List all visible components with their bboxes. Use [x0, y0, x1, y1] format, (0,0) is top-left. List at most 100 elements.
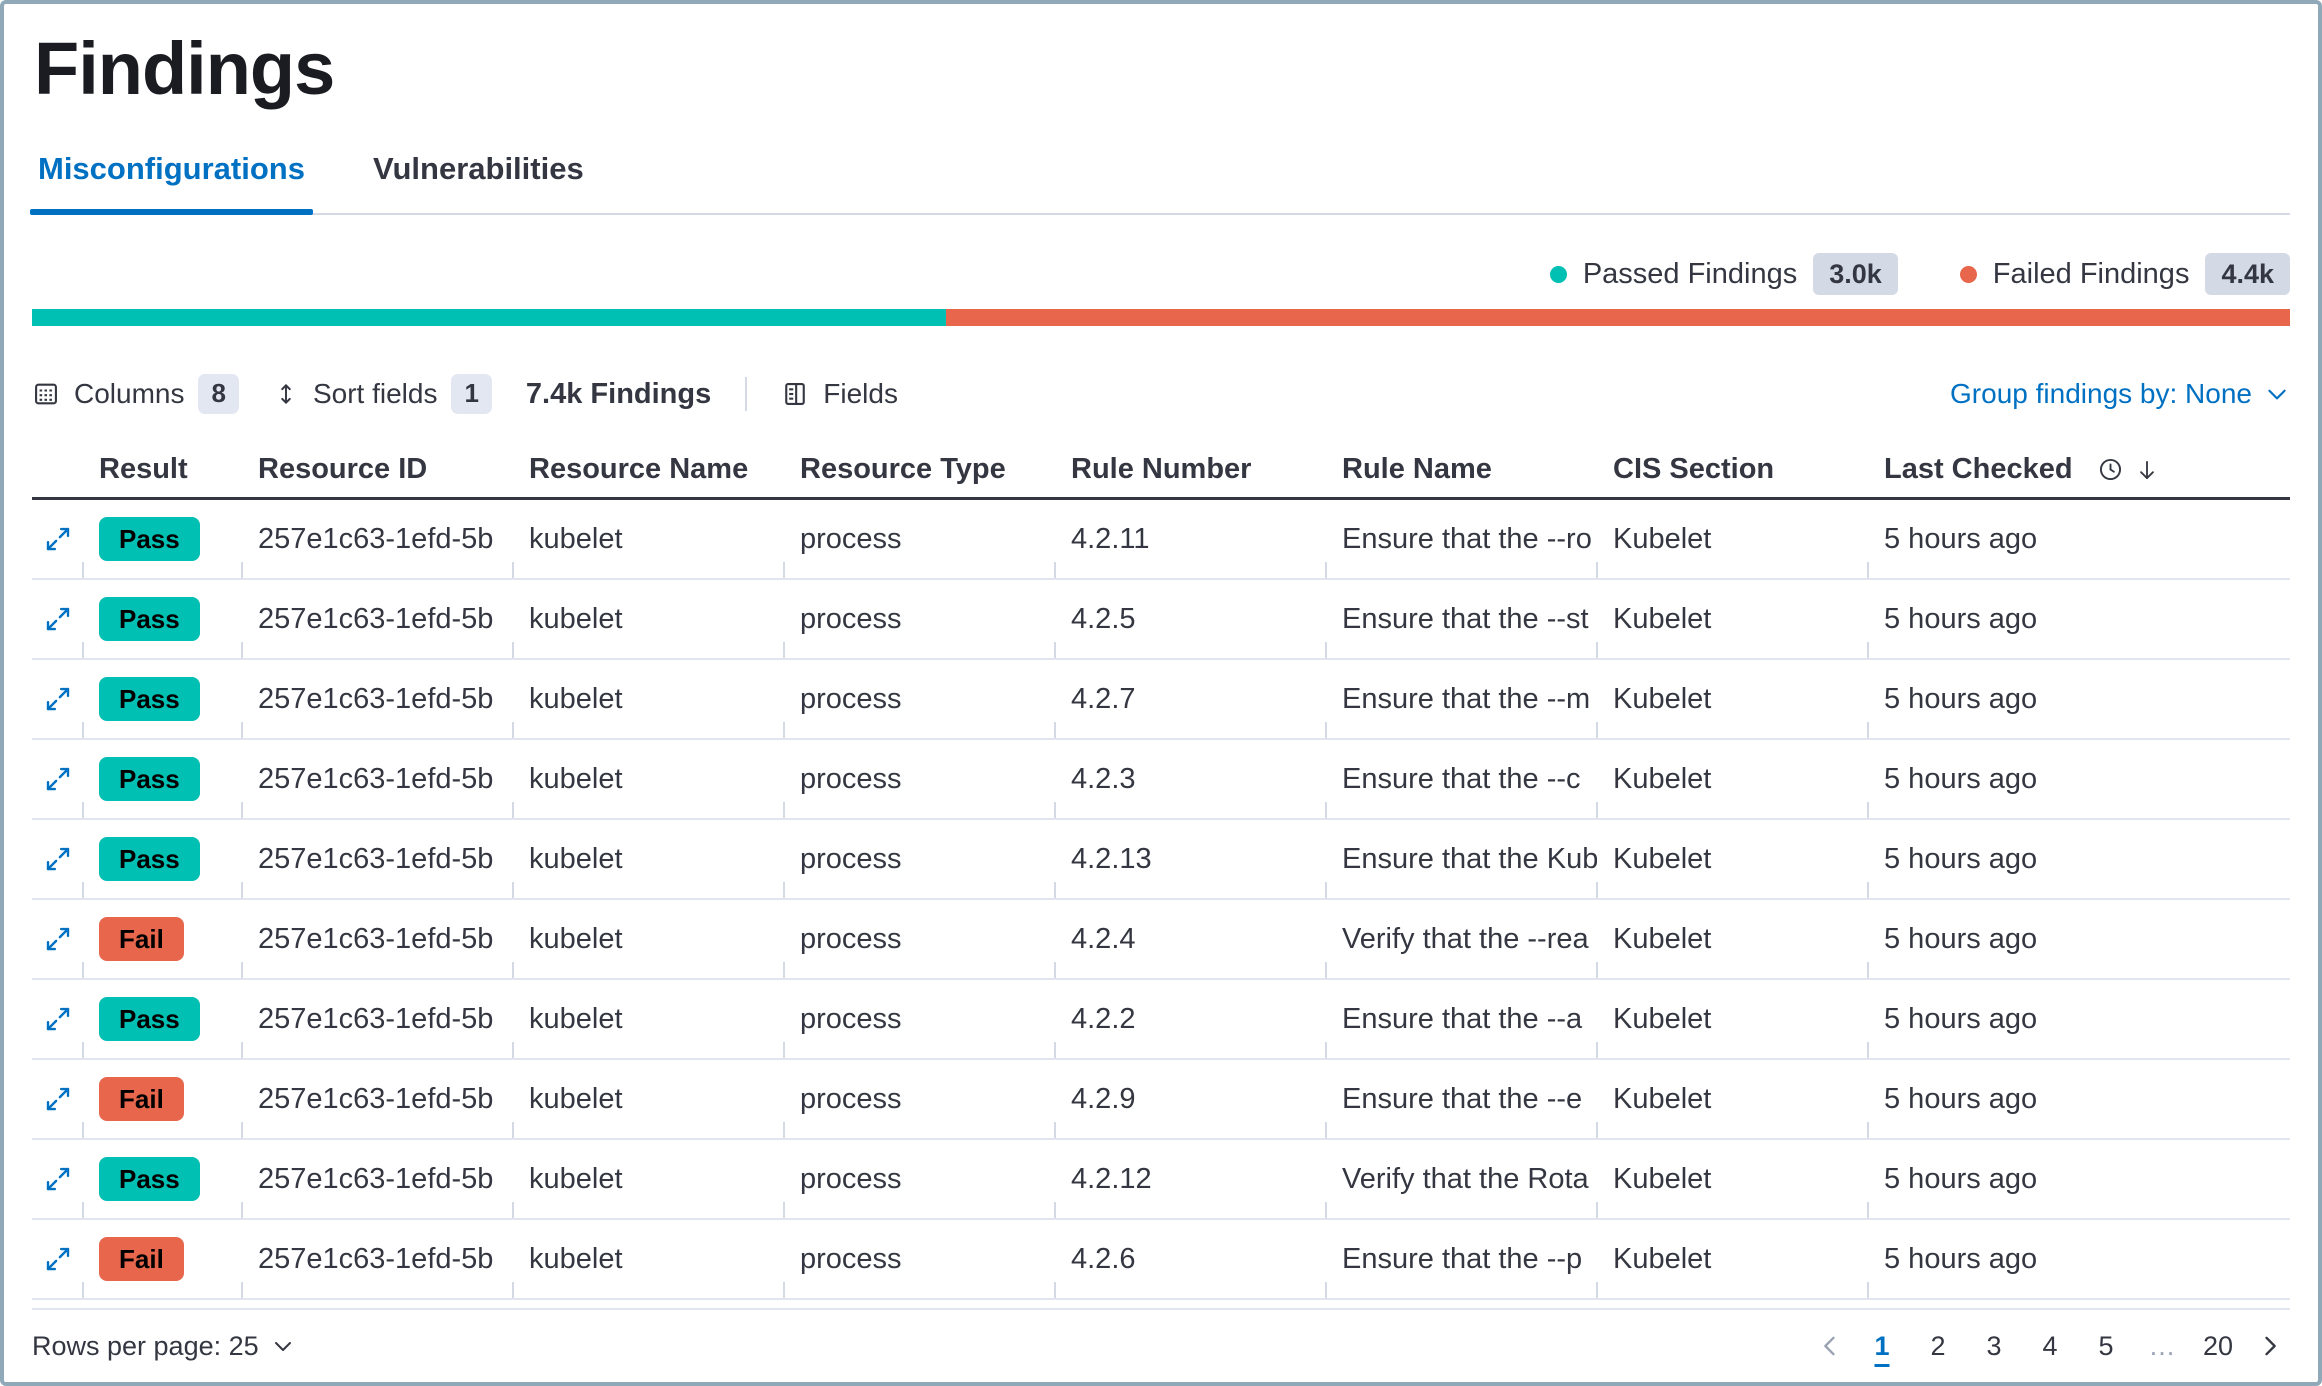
failed-findings-count-badge: 4.4k — [2205, 253, 2290, 295]
rule-number-cell: 4.2.4 — [1055, 900, 1326, 978]
resource-id-cell: 257e1c63-1efd-5b — [242, 980, 513, 1058]
resource-type-cell: process — [784, 500, 1055, 578]
result-badge: Pass — [99, 757, 200, 802]
findings-count-label: 7.4k Findings — [526, 378, 711, 411]
resource-id-cell: 257e1c63-1efd-5b — [242, 820, 513, 898]
expand-row-button[interactable] — [43, 764, 73, 794]
rule-number-cell: 4.2.3 — [1055, 740, 1326, 818]
pagination-page-4[interactable]: 4 — [2026, 1322, 2074, 1370]
resource-id-cell: 257e1c63-1efd-5b — [242, 1140, 513, 1218]
result-badge: Pass — [99, 1157, 200, 1202]
last-checked-cell: 5 hours ago — [1868, 580, 2290, 658]
rows-per-page-button[interactable]: Rows per page: 25 — [32, 1331, 295, 1362]
rows-per-page-label: Rows per page: 25 — [32, 1331, 259, 1362]
previous-page-button[interactable] — [1810, 1332, 1850, 1360]
pagination-page-3[interactable]: 3 — [1970, 1322, 2018, 1370]
result-badge: Pass — [99, 997, 200, 1042]
table-row: Pass 257e1c63-1efd-5b kubelet process 4.… — [32, 660, 2290, 740]
rule-number-cell: 4.2.13 — [1055, 820, 1326, 898]
resource-name-cell: kubelet — [513, 660, 784, 738]
resource-type-cell: process — [784, 580, 1055, 658]
expand-row-button[interactable] — [43, 1084, 73, 1114]
resource-type-cell: process — [784, 1140, 1055, 1218]
table-row: Pass 257e1c63-1efd-5b kubelet process 4.… — [32, 820, 2290, 900]
result-badge: Pass — [99, 837, 200, 882]
header-result[interactable]: Result — [83, 442, 242, 497]
cis-section-cell: Kubelet — [1597, 660, 1868, 738]
table-row: Pass 257e1c63-1efd-5b kubelet process 4.… — [32, 740, 2290, 820]
rule-number-cell: 4.2.6 — [1055, 1220, 1326, 1298]
table-row: Fail 257e1c63-1efd-5b kubelet process 4.… — [32, 1220, 2290, 1300]
fields-button[interactable]: Fields — [781, 378, 898, 410]
pagination-page-2[interactable]: 2 — [1914, 1322, 1962, 1370]
distribution-bar-passed — [32, 309, 946, 326]
rule-name-cell: Ensure that the --c — [1326, 740, 1597, 818]
group-findings-by-button[interactable]: Group findings by: None — [1950, 378, 2290, 410]
findings-distribution-legend: Passed Findings 3.0k Failed Findings 4.4… — [32, 253, 2290, 295]
last-checked-cell: 5 hours ago — [1868, 1220, 2290, 1298]
arrow-down-icon — [2134, 457, 2160, 483]
header-last-checked[interactable]: Last Checked — [1868, 442, 2290, 497]
tabs: Misconfigurations Vulnerabilities — [32, 147, 2290, 215]
expand-row-button[interactable] — [43, 1244, 73, 1274]
next-page-button[interactable] — [2250, 1332, 2290, 1360]
last-checked-cell: 5 hours ago — [1868, 900, 2290, 978]
failed-findings-label: Failed Findings — [1993, 258, 2190, 291]
last-checked-cell: 5 hours ago — [1868, 500, 2290, 578]
rule-name-cell: Ensure that the --ro — [1326, 500, 1597, 578]
pagination-page-5[interactable]: 5 — [2082, 1322, 2130, 1370]
sort-fields-count-badge: 1 — [451, 374, 491, 414]
columns-button[interactable]: Columns 8 — [32, 374, 239, 414]
resource-name-cell: kubelet — [513, 820, 784, 898]
pagination-ellipsis: … — [2138, 1322, 2186, 1370]
resource-name-cell: kubelet — [513, 500, 784, 578]
header-resource-type[interactable]: Resource Type — [784, 442, 1055, 497]
cis-section-cell: Kubelet — [1597, 980, 1868, 1058]
resource-type-cell: process — [784, 1220, 1055, 1298]
expand-row-button[interactable] — [43, 924, 73, 954]
failed-findings-legend-item: Failed Findings 4.4k — [1960, 253, 2290, 295]
expand-row-button[interactable] — [43, 1004, 73, 1034]
pagination: 12345…20 — [1810, 1322, 2290, 1370]
pagination-page-20[interactable]: 20 — [2194, 1322, 2242, 1370]
rule-name-cell: Ensure that the --m — [1326, 660, 1597, 738]
sort-fields-button[interactable]: Sort fields 1 — [273, 374, 492, 414]
expand-diagonal-icon — [43, 764, 73, 794]
cis-section-cell: Kubelet — [1597, 740, 1868, 818]
last-checked-cell: 5 hours ago — [1868, 1060, 2290, 1138]
resource-name-cell: kubelet — [513, 1140, 784, 1218]
expand-row-button[interactable] — [43, 524, 73, 554]
rule-name-cell: Verify that the Rota — [1326, 1140, 1597, 1218]
resource-id-cell: 257e1c63-1efd-5b — [242, 500, 513, 578]
header-rule-name[interactable]: Rule Name — [1326, 442, 1597, 497]
passed-findings-count-badge: 3.0k — [1813, 253, 1898, 295]
resource-type-cell: process — [784, 900, 1055, 978]
expand-row-button[interactable] — [43, 684, 73, 714]
expand-diagonal-icon — [43, 684, 73, 714]
header-rule-number[interactable]: Rule Number — [1055, 442, 1326, 497]
pagination-page-1[interactable]: 1 — [1858, 1322, 1906, 1370]
expand-diagonal-icon — [43, 844, 73, 874]
resource-name-cell: kubelet — [513, 980, 784, 1058]
expand-row-button[interactable] — [43, 604, 73, 634]
resource-id-cell: 257e1c63-1efd-5b — [242, 580, 513, 658]
distribution-bar-failed — [946, 309, 2290, 326]
expand-row-button[interactable] — [43, 844, 73, 874]
rule-number-cell: 4.2.2 — [1055, 980, 1326, 1058]
expand-diagonal-icon — [43, 524, 73, 554]
header-cis-section[interactable]: CIS Section — [1597, 442, 1868, 497]
result-badge: Pass — [99, 597, 200, 642]
header-resource-id[interactable]: Resource ID — [242, 442, 513, 497]
expand-row-button[interactable] — [43, 1164, 73, 1194]
rule-name-cell: Ensure that the --e — [1326, 1060, 1597, 1138]
header-resource-name[interactable]: Resource Name — [513, 442, 784, 497]
tab-vulnerabilities[interactable]: Vulnerabilities — [371, 147, 586, 213]
toolbar-separator — [745, 377, 747, 411]
columns-label: Columns — [74, 378, 184, 410]
rule-number-cell: 4.2.7 — [1055, 660, 1326, 738]
cis-section-cell: Kubelet — [1597, 1140, 1868, 1218]
expand-diagonal-icon — [43, 924, 73, 954]
passed-findings-legend-item: Passed Findings 3.0k — [1550, 253, 1898, 295]
tab-misconfigurations[interactable]: Misconfigurations — [36, 147, 307, 213]
resource-id-cell: 257e1c63-1efd-5b — [242, 1060, 513, 1138]
